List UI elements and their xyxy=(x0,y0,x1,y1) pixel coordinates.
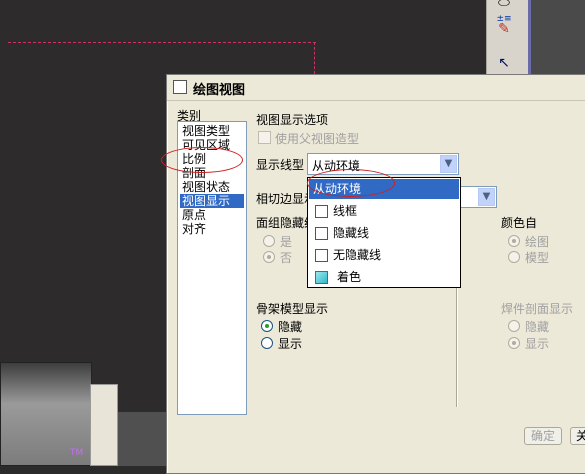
dialog-title: 绘图视图 xyxy=(193,83,246,98)
no-hidden-icon xyxy=(315,249,328,262)
color-model-label: 模型 xyxy=(525,251,550,265)
hidden-line-no-radio[interactable] xyxy=(263,251,275,263)
side-panel-edge xyxy=(528,0,531,80)
skeleton-hide-radio[interactable] xyxy=(261,320,273,332)
dialog-icon xyxy=(173,80,187,94)
drawing-view-dialog: 绘图视图 类别 视图类型 可见区域 比例 剖面 视图状态 视图显示 原点 对齐 … xyxy=(161,74,585,474)
dropdown-item-label: 隐藏线 xyxy=(333,226,370,240)
dialog-titlebar[interactable]: 绘图视图 xyxy=(167,75,585,101)
dropdown-item-label: 着色 xyxy=(337,270,362,284)
chevron-down-icon[interactable]: ▼ xyxy=(478,188,495,206)
weld-show-radio[interactable] xyxy=(508,337,520,349)
side-panel xyxy=(528,0,585,80)
category-item-view-state[interactable]: 视图状态 xyxy=(180,180,232,194)
panel-gray xyxy=(118,412,168,466)
hidden-line-yes-radio[interactable] xyxy=(263,235,275,247)
toolbar-glyph-icon[interactable]: ✎ xyxy=(491,18,517,40)
dropdown-item-label: 线框 xyxy=(333,204,358,218)
skeleton-show-radio[interactable] xyxy=(261,337,273,349)
dropdown-item-no-hidden[interactable]: 无隐藏线 xyxy=(309,245,459,265)
tm-label: TM xyxy=(70,448,84,458)
dropdown-item-wireframe[interactable]: 线框 xyxy=(309,201,459,221)
color-drawing-radio[interactable] xyxy=(508,235,520,247)
display-style-label: 显示线型 xyxy=(256,158,305,172)
chevron-down-icon[interactable]: ▼ xyxy=(440,155,457,173)
category-item-alignment[interactable]: 对齐 xyxy=(180,222,208,236)
ok-button[interactable]: 确定 xyxy=(524,427,562,445)
weld-show-label: 显示 xyxy=(525,337,550,351)
skeleton-display-label: 骨架模型显示 xyxy=(256,302,329,316)
close-button[interactable]: 关 xyxy=(570,427,585,445)
weld-hide-label: 隐藏 xyxy=(525,320,550,334)
panel-strip xyxy=(90,384,118,466)
color-from-label: 颜色自 xyxy=(501,216,538,230)
weld-section-label: 焊件剖面显示 xyxy=(501,302,574,316)
annotation-ellipse xyxy=(307,169,395,197)
category-item-origin[interactable]: 原点 xyxy=(180,208,208,222)
dashed-border-line xyxy=(314,42,315,74)
dropdown-item-label: 无隐藏线 xyxy=(333,248,382,262)
skeleton-show-label: 显示 xyxy=(278,337,303,351)
tangent-edge-select[interactable]: ▼ xyxy=(459,186,497,208)
section-title: 视图显示选项 xyxy=(256,113,329,127)
color-drawing-label: 绘图 xyxy=(525,235,550,249)
pointer-icon[interactable]: ↖ xyxy=(491,52,517,74)
use-parent-style-checkbox[interactable] xyxy=(258,131,271,144)
shaded-icon xyxy=(315,271,328,284)
dashed-border-line xyxy=(8,42,316,43)
dropdown-item-shaded[interactable]: 着色 xyxy=(309,267,459,287)
annotation-ellipse xyxy=(161,147,243,173)
use-parent-style-label: 使用父视图造型 xyxy=(275,132,360,146)
weld-hide-radio[interactable] xyxy=(508,320,520,332)
color-model-radio[interactable] xyxy=(508,251,520,263)
dropdown-item-hidden-line[interactable]: 隐藏线 xyxy=(309,223,459,243)
hidden-line-yes-label: 是 xyxy=(280,235,293,249)
category-item-view-type[interactable]: 视图类型 xyxy=(180,124,232,138)
hidden-line-no-label: 否 xyxy=(280,251,293,265)
skeleton-hide-label: 隐藏 xyxy=(278,320,303,334)
category-item-view-display[interactable]: 视图显示 xyxy=(180,194,244,208)
wireframe-icon xyxy=(315,205,328,218)
hidden-line-icon xyxy=(315,227,328,240)
